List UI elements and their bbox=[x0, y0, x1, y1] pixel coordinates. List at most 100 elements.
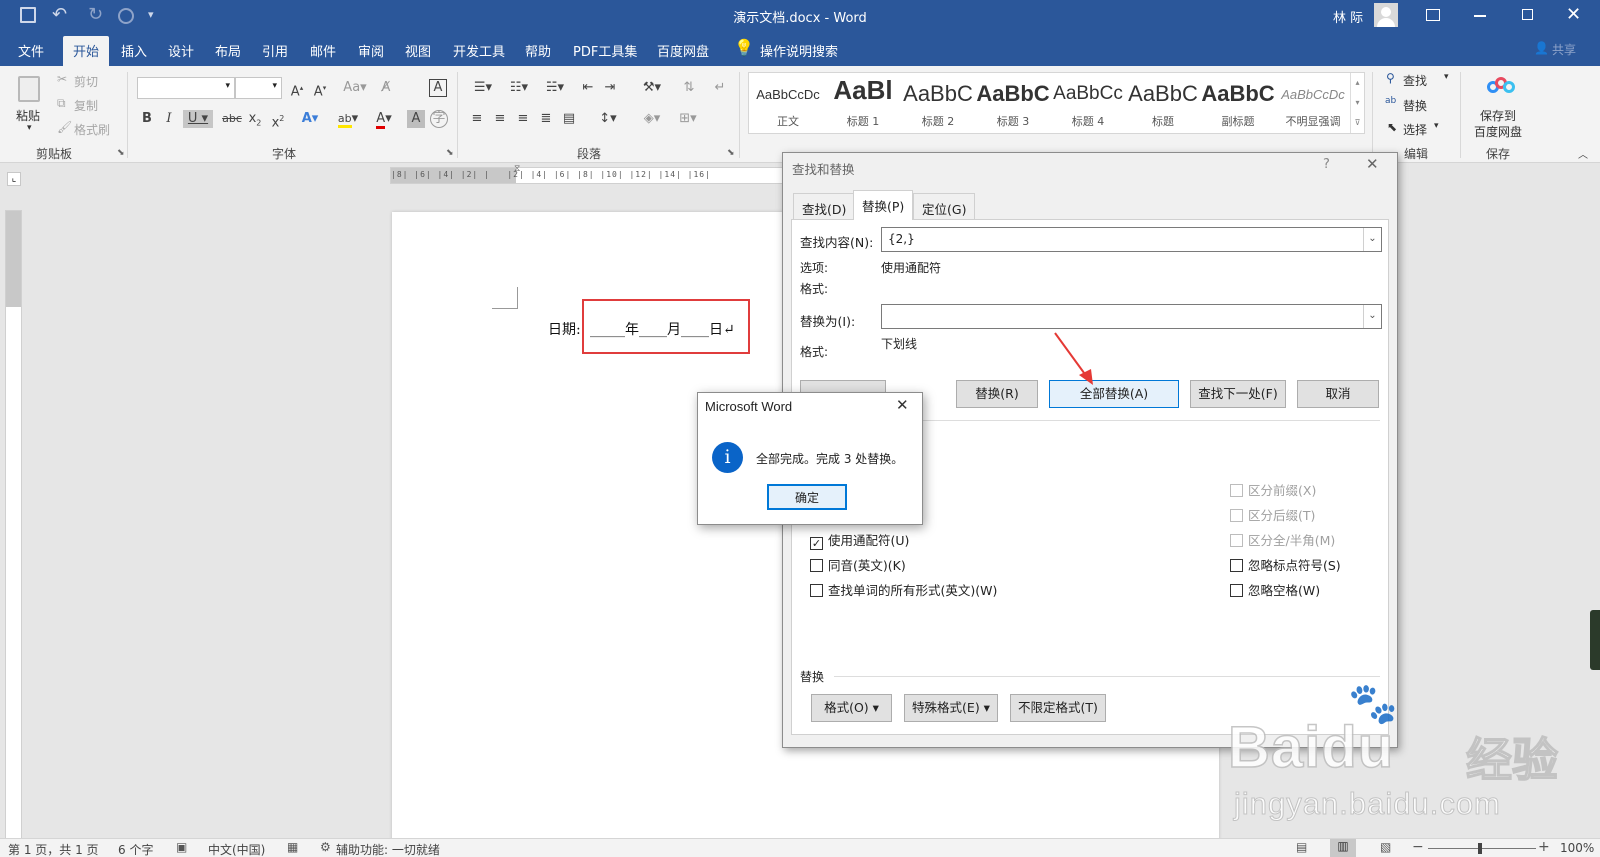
lightbulb-icon[interactable]: 💡 bbox=[734, 38, 754, 57]
align-center-icon[interactable]: ≡ bbox=[491, 110, 509, 128]
tab-references[interactable]: 引用 bbox=[262, 41, 288, 60]
use-wildcards-checkbox[interactable]: ✓ 使用通配符(U) bbox=[810, 530, 909, 550]
shading-icon[interactable]: ◈▾ bbox=[638, 110, 666, 128]
paste-dropdown-icon[interactable]: ▾ bbox=[27, 123, 32, 133]
line-spacing-icon[interactable]: ↕▾ bbox=[594, 110, 622, 128]
close-window-icon[interactable]: ✕ bbox=[1566, 4, 1581, 25]
find-dropdown-icon[interactable]: ▾ bbox=[1444, 72, 1449, 82]
copy-button[interactable]: 复制 bbox=[74, 97, 98, 114]
multilevel-list-icon[interactable]: ☵▾ bbox=[540, 79, 570, 97]
find-button[interactable]: 查找 bbox=[1403, 72, 1427, 89]
grow-font-icon[interactable]: A▴ bbox=[288, 79, 306, 99]
align-left-icon[interactable]: ≡ bbox=[468, 110, 486, 128]
style-subtle-emphasis[interactable]: AaBbCcDc 不明显强调 bbox=[1276, 73, 1350, 133]
styles-scroll-up-icon[interactable]: ▴ bbox=[1350, 73, 1364, 93]
horizontal-ruler[interactable]: ⧖ |8| |6| |4| |2| | |2| |4| |6| |8| |10|… bbox=[390, 164, 793, 184]
tab-baidu-netdisk[interactable]: 百度网盘 bbox=[657, 41, 709, 60]
sort-icon[interactable]: ⇅ bbox=[680, 79, 698, 97]
copy-icon[interactable]: ⧉ bbox=[57, 96, 66, 111]
tab-design[interactable]: 设计 bbox=[168, 41, 194, 60]
asian-layout-icon[interactable]: ⚒▾ bbox=[638, 79, 666, 97]
message-close-icon[interactable]: ✕ bbox=[896, 396, 909, 414]
find-icon[interactable]: ⚲ bbox=[1386, 71, 1395, 85]
ignore-spaces-checkbox[interactable]: 忽略空格(W) bbox=[1230, 580, 1320, 599]
accessibility-icon[interactable]: ⚙ bbox=[320, 840, 331, 854]
borders-icon[interactable]: ⊞▾ bbox=[674, 110, 702, 128]
vertical-ruler[interactable] bbox=[5, 210, 22, 857]
read-mode-icon[interactable]: ▤ bbox=[1296, 840, 1307, 854]
ignore-punctuation-checkbox[interactable]: 忽略标点符号(S) bbox=[1230, 555, 1341, 574]
distributed-icon[interactable]: ▤ bbox=[560, 110, 578, 128]
collapse-ribbon-icon[interactable]: ︿ bbox=[1578, 146, 1588, 161]
highlight-icon[interactable]: ab▾ bbox=[335, 110, 361, 128]
style-heading-1[interactable]: AaBl 标题 1 bbox=[826, 73, 900, 133]
font-color-icon[interactable]: A▾ bbox=[371, 110, 397, 129]
zoom-in-icon[interactable]: + bbox=[1538, 839, 1550, 855]
styles-scroll-down-icon[interactable]: ▾ bbox=[1350, 93, 1364, 113]
tab-find[interactable]: 查找(D) bbox=[793, 193, 856, 220]
select-dropdown-icon[interactable]: ▾ bbox=[1434, 121, 1439, 131]
tab-pdf-tools[interactable]: PDF工具集 bbox=[573, 41, 637, 60]
tab-home[interactable]: 开始 bbox=[63, 36, 110, 66]
subscript-icon[interactable]: x2 bbox=[246, 110, 264, 128]
replace-button[interactable]: 替换(R) bbox=[956, 380, 1038, 408]
bullets-icon[interactable]: ☰▾ bbox=[468, 79, 498, 97]
save-to-baidu-button-line2[interactable]: 百度网盘 bbox=[1474, 123, 1522, 140]
decrease-indent-icon[interactable]: ⇤ bbox=[579, 79, 597, 97]
no-formatting-button[interactable]: 不限定格式(T) bbox=[1010, 694, 1106, 722]
save-to-baidu-button[interactable]: 保存到 bbox=[1480, 107, 1516, 124]
paragraph-dialog-launcher-icon[interactable]: ⬊ bbox=[727, 148, 735, 158]
share-button[interactable]: 共享 bbox=[1552, 41, 1576, 58]
tab-developer[interactable]: 开发工具 bbox=[453, 41, 505, 60]
share-icon[interactable]: 👤 bbox=[1534, 41, 1549, 55]
paste-button[interactable]: 粘贴 bbox=[16, 107, 40, 124]
style-normal[interactable]: AaBbCcDc 正文 bbox=[751, 73, 825, 133]
bold-icon[interactable]: B bbox=[138, 110, 156, 128]
replace-history-dropdown-icon[interactable]: ⌄ bbox=[1363, 305, 1381, 328]
increase-indent-icon[interactable]: ⇥ bbox=[601, 79, 619, 97]
tab-file[interactable]: 文件 bbox=[18, 41, 44, 60]
tab-mailings[interactable]: 邮件 bbox=[310, 41, 336, 60]
justify-icon[interactable]: ≣ bbox=[537, 110, 555, 128]
cut-icon[interactable]: ✂ bbox=[57, 72, 67, 86]
cut-button[interactable]: 剪切 bbox=[74, 73, 98, 90]
date-blank-line[interactable]: _____年____月____日↵ bbox=[590, 319, 735, 339]
format-painter-button[interactable]: 格式刷 bbox=[74, 121, 110, 138]
zoom-level[interactable]: 100% bbox=[1560, 841, 1594, 855]
user-name[interactable]: 林 际 bbox=[1333, 7, 1363, 26]
show-marks-icon[interactable]: ↵ bbox=[711, 79, 729, 97]
ribbon-display-icon[interactable] bbox=[1426, 9, 1440, 21]
shrink-font-icon[interactable]: A▾ bbox=[311, 79, 329, 99]
superscript-icon[interactable]: x2 bbox=[269, 110, 287, 130]
align-right-icon[interactable]: ≡ bbox=[514, 110, 532, 128]
dialog-close-icon[interactable]: ✕ bbox=[1366, 155, 1379, 173]
minimize-icon[interactable] bbox=[1474, 15, 1486, 17]
tab-replace[interactable]: 替换(P) bbox=[853, 190, 914, 220]
format-button[interactable]: 格式(O) ▾ bbox=[811, 694, 892, 722]
style-heading-2[interactable]: AaBbC 标题 2 bbox=[901, 73, 975, 133]
find-what-input[interactable]: {2,} ⌄ bbox=[881, 227, 1382, 252]
special-button[interactable]: 特殊格式(E) ▾ bbox=[904, 694, 998, 722]
char-border-icon[interactable]: A bbox=[429, 79, 447, 97]
strikethrough-icon[interactable]: abc bbox=[221, 110, 243, 128]
status-language[interactable]: 中文(中国) bbox=[208, 841, 265, 857]
replace-with-input[interactable]: ⌄ bbox=[881, 304, 1382, 329]
tab-selector-icon[interactable]: ⌞ bbox=[7, 172, 21, 186]
style-subtitle[interactable]: AaBbC 副标题 bbox=[1201, 73, 1275, 133]
tab-insert[interactable]: 插入 bbox=[121, 41, 147, 60]
tab-view[interactable]: 视图 bbox=[405, 41, 431, 60]
underline-icon[interactable]: U ▾ bbox=[183, 110, 213, 128]
macro-icon[interactable]: ▦ bbox=[287, 840, 298, 854]
font-size-combo[interactable]: ▾ bbox=[235, 77, 282, 99]
print-layout-icon[interactable]: ▥ bbox=[1330, 839, 1356, 857]
replace-button[interactable]: 替换 bbox=[1403, 97, 1427, 114]
zoom-out-icon[interactable]: − bbox=[1412, 839, 1424, 855]
enclose-char-icon[interactable]: 字 bbox=[430, 110, 448, 128]
status-page[interactable]: 第 1 页，共 1 页 bbox=[8, 841, 99, 857]
zoom-thumb[interactable] bbox=[1478, 843, 1482, 854]
select-icon[interactable]: ⬉ bbox=[1387, 120, 1397, 134]
italic-icon[interactable]: I bbox=[160, 110, 178, 128]
change-case-icon[interactable]: Aa▾ bbox=[341, 79, 369, 97]
match-width-checkbox[interactable]: 区分全/半角(M) bbox=[1230, 530, 1335, 549]
find-history-dropdown-icon[interactable]: ⌄ bbox=[1363, 228, 1381, 251]
